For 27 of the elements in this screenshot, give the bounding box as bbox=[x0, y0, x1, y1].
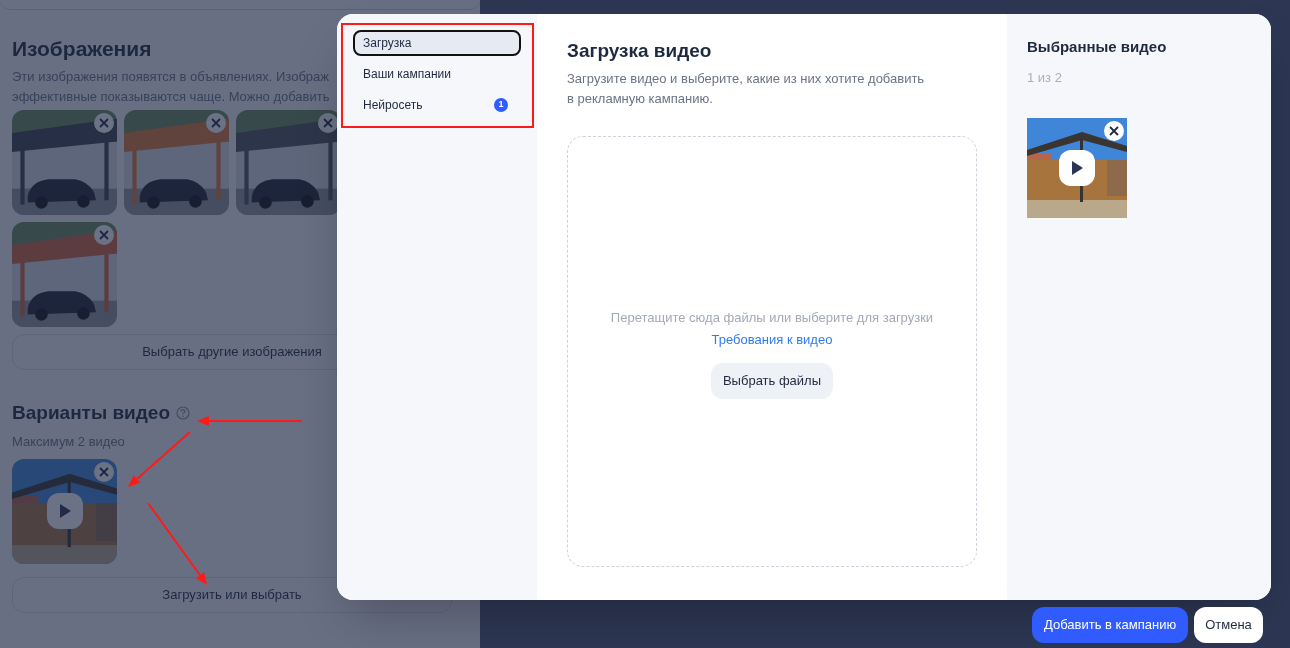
play-button[interactable] bbox=[1059, 150, 1095, 186]
choose-files-button[interactable]: Выбрать файлы bbox=[710, 363, 834, 399]
close-icon bbox=[1109, 126, 1119, 136]
help-icon[interactable] bbox=[176, 406, 191, 420]
close-icon bbox=[99, 118, 109, 128]
section-title: Изображения bbox=[12, 36, 152, 62]
nav-item[interactable]: Нейросеть 1 bbox=[353, 92, 521, 118]
requirements-link[interactable]: Требования к видео bbox=[711, 329, 833, 349]
nav-item[interactable]: Ваши кампании bbox=[353, 61, 521, 87]
dropzone[interactable]: Перетащите сюда файлы или выберите для загрузки Требования к видео Выбрать файлы bbox=[567, 136, 977, 567]
play-icon bbox=[57, 503, 72, 519]
cancel-button[interactable]: Отмена bbox=[1194, 607, 1263, 643]
close-icon bbox=[99, 466, 109, 477]
play-icon bbox=[1070, 160, 1084, 176]
panel-title: Выбранные видео bbox=[1027, 37, 1168, 57]
close-icon bbox=[211, 118, 221, 128]
add-to-campaign-button[interactable]: Добавить в кампанию bbox=[1032, 607, 1189, 643]
dropzone-hint: Перетащите сюда файлы или выберите для загрузки bbox=[610, 309, 934, 327]
close-icon bbox=[99, 230, 109, 240]
selected-count: 1 из 2 bbox=[1027, 68, 1063, 87]
modal-title: Загрузка видео bbox=[567, 39, 713, 63]
section-title: Варианты видео bbox=[12, 401, 171, 425]
nav-item[interactable]: Загрузка bbox=[353, 30, 521, 56]
close-icon bbox=[323, 118, 333, 128]
modal-description: Загрузите видео и выберите, какие из них хотите добавить в рекламную кампанию. bbox=[567, 70, 926, 108]
annotation-arrow bbox=[128, 431, 191, 487]
count-badge: 1 bbox=[494, 98, 508, 112]
